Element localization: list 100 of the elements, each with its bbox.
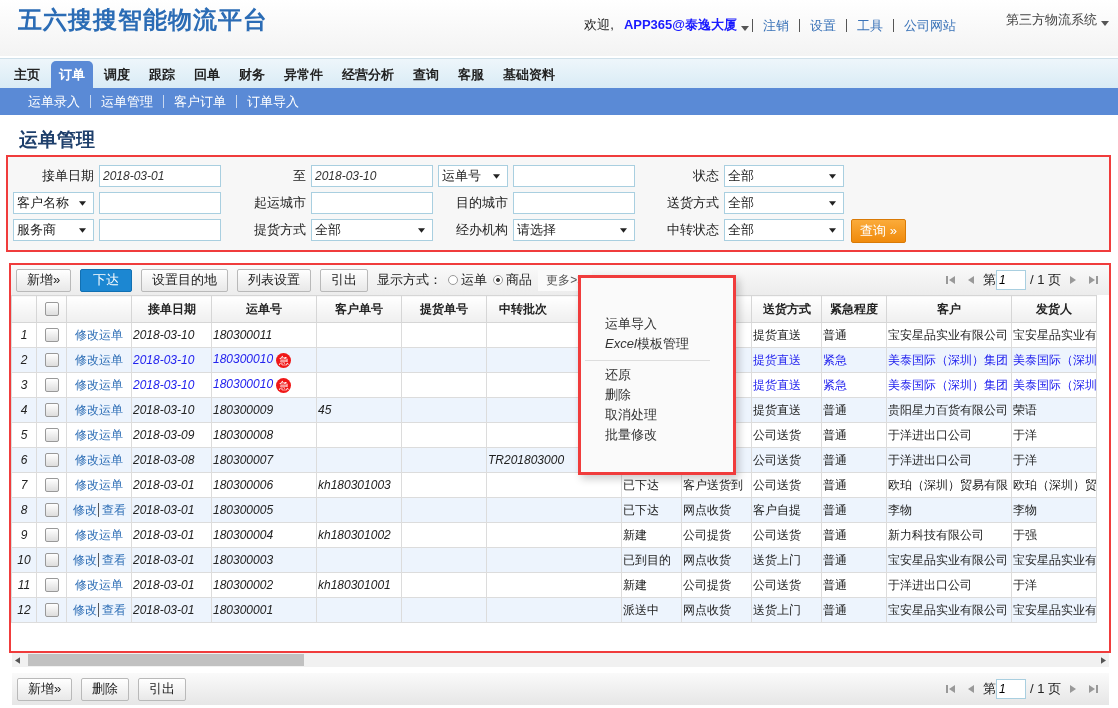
toolbar-button[interactable]: 下达 <box>80 268 133 292</box>
menu-item[interactable]: 还原 <box>605 365 733 385</box>
row-checkbox[interactable] <box>44 378 59 393</box>
caret-icon[interactable] <box>418 228 425 233</box>
dropdown[interactable]: 服务商 <box>13 219 94 241</box>
row-checkbox[interactable] <box>44 453 59 468</box>
caret-icon[interactable] <box>493 174 500 179</box>
first-page-icon[interactable] <box>945 275 956 285</box>
row-action-link[interactable]: 修改 <box>72 552 97 567</box>
radio-label[interactable]: 商品 <box>506 271 533 289</box>
last-page-icon[interactable] <box>1088 275 1098 285</box>
dropdown[interactable]: 请选择 <box>513 219 635 241</box>
toolbar-button[interactable]: 新增» <box>16 268 72 292</box>
text-field[interactable] <box>311 192 433 214</box>
caret-icon[interactable] <box>829 228 836 233</box>
menu-item[interactable]: 删除 <box>605 385 733 405</box>
scrollbar-thumb[interactable] <box>28 654 304 666</box>
text-field[interactable] <box>99 219 221 241</box>
row-checkbox[interactable] <box>44 603 59 618</box>
caret-icon[interactable] <box>829 201 836 206</box>
row-checkbox[interactable] <box>44 578 59 593</box>
row-checkbox[interactable] <box>44 353 59 368</box>
text-field[interactable]: 2018-03-01 <box>99 165 221 187</box>
menu-item[interactable]: 批量修改 <box>605 425 733 445</box>
row-number: 6 <box>20 453 28 467</box>
row-checkbox[interactable] <box>44 478 59 493</box>
row-action-link[interactable]: 查看 <box>97 502 126 517</box>
row-checkbox[interactable] <box>44 403 59 418</box>
page-number-field[interactable]: 1 <box>995 270 1026 290</box>
user-link[interactable]: APP365@泰逸大厦 <box>623 16 737 34</box>
dropdown[interactable]: 客户名称 <box>13 192 94 214</box>
nav-tab[interactable]: 财务 <box>231 61 273 88</box>
row-checkbox[interactable] <box>44 328 59 343</box>
text-field[interactable] <box>513 192 635 214</box>
column-header[interactable]: 运单号 <box>246 301 282 316</box>
radio-label[interactable]: 运单 <box>461 271 488 289</box>
scroll-right-icon[interactable] <box>1101 656 1106 664</box>
row-action-link[interactable]: 查看 <box>97 602 126 617</box>
system-selector[interactable]: 第三方物流系统 <box>1006 11 1097 29</box>
table-cell: 180300011 <box>213 328 273 342</box>
table-cell: 于洋 <box>1013 452 1037 467</box>
menu-item[interactable]: 取消处理 <box>605 405 733 425</box>
caret-icon[interactable] <box>1101 20 1109 26</box>
caret-icon[interactable] <box>829 174 836 179</box>
dropdown[interactable]: 运单号 <box>438 165 508 187</box>
nav-tab[interactable]: 客服 <box>450 61 492 88</box>
nav-tab[interactable]: 异常件 <box>276 61 331 88</box>
next-page-icon[interactable] <box>1068 275 1078 285</box>
toolbar-button[interactable]: 删除 <box>81 677 130 701</box>
dropdown[interactable]: 全部 <box>724 192 844 214</box>
menu-item[interactable]: 运单导入 <box>605 314 733 334</box>
nav-tab[interactable]: 查询 <box>405 61 447 88</box>
nav-tab[interactable]: 回单 <box>186 61 228 88</box>
horizontal-scrollbar[interactable] <box>12 653 1109 667</box>
row-checkbox[interactable] <box>44 503 59 518</box>
toolbar-button[interactable]: 引出 <box>320 268 369 292</box>
next-page-icon[interactable] <box>1068 684 1078 694</box>
toolbar-button[interactable]: 列表设置 <box>237 268 312 292</box>
caret-icon[interactable] <box>620 228 627 233</box>
scroll-left-icon[interactable] <box>15 656 20 664</box>
toolbar-button[interactable]: 引出 <box>138 677 187 701</box>
row-action-link[interactable]: 查看 <box>97 552 126 567</box>
column-header[interactable]: 客户 <box>937 301 961 316</box>
nav-tab[interactable]: 调度 <box>96 61 138 88</box>
table-cell: 贵阳星力百货有限公司 <box>888 402 1008 417</box>
radio-button[interactable] <box>493 275 504 285</box>
row-action-link[interactable]: 修改 <box>72 602 97 617</box>
caret-icon[interactable] <box>79 228 86 233</box>
header-link[interactable]: 公司网站 <box>893 18 966 32</box>
first-page-icon[interactable] <box>945 684 956 694</box>
nav-tab[interactable]: 经营分析 <box>334 61 402 88</box>
text-field[interactable]: 2018-03-10 <box>311 165 433 187</box>
nav-tab[interactable]: 主页 <box>6 61 48 88</box>
nav-tab[interactable]: 跟踪 <box>141 61 183 88</box>
last-page-icon[interactable] <box>1088 684 1098 694</box>
caret-icon[interactable] <box>79 201 86 206</box>
caret-icon[interactable] <box>741 25 749 31</box>
text-field[interactable] <box>513 165 635 187</box>
row-checkbox[interactable] <box>44 553 59 568</box>
header-link[interactable]: 设置 <box>799 18 846 32</box>
select-all-checkbox[interactable] <box>44 302 59 317</box>
text-field[interactable] <box>99 192 221 214</box>
row-checkbox[interactable] <box>44 428 59 443</box>
dropdown[interactable]: 全部 <box>724 219 844 241</box>
table-cell: 普通 <box>823 577 847 592</box>
header-link[interactable]: 注销 <box>752 18 799 32</box>
nav-tab[interactable]: 基础资料 <box>495 61 563 88</box>
toolbar-button[interactable]: 新增» <box>17 677 73 701</box>
row-action-link[interactable]: 修改 <box>72 502 97 517</box>
radio-button[interactable] <box>448 275 459 285</box>
page-number-field[interactable]: 1 <box>995 679 1026 699</box>
toolbar-button[interactable]: 设置目的地 <box>141 268 229 292</box>
row-checkbox[interactable] <box>44 528 59 543</box>
row-number: 10 <box>17 553 31 567</box>
header-link[interactable]: 工具 <box>846 18 893 32</box>
column-header[interactable]: 中转批次 <box>499 301 547 316</box>
dropdown[interactable]: 全部 <box>311 219 433 241</box>
dropdown[interactable]: 全部 <box>724 165 844 187</box>
menu-item[interactable]: Excel模板管理 <box>605 334 733 354</box>
table-cell: 派送中 <box>623 602 659 617</box>
